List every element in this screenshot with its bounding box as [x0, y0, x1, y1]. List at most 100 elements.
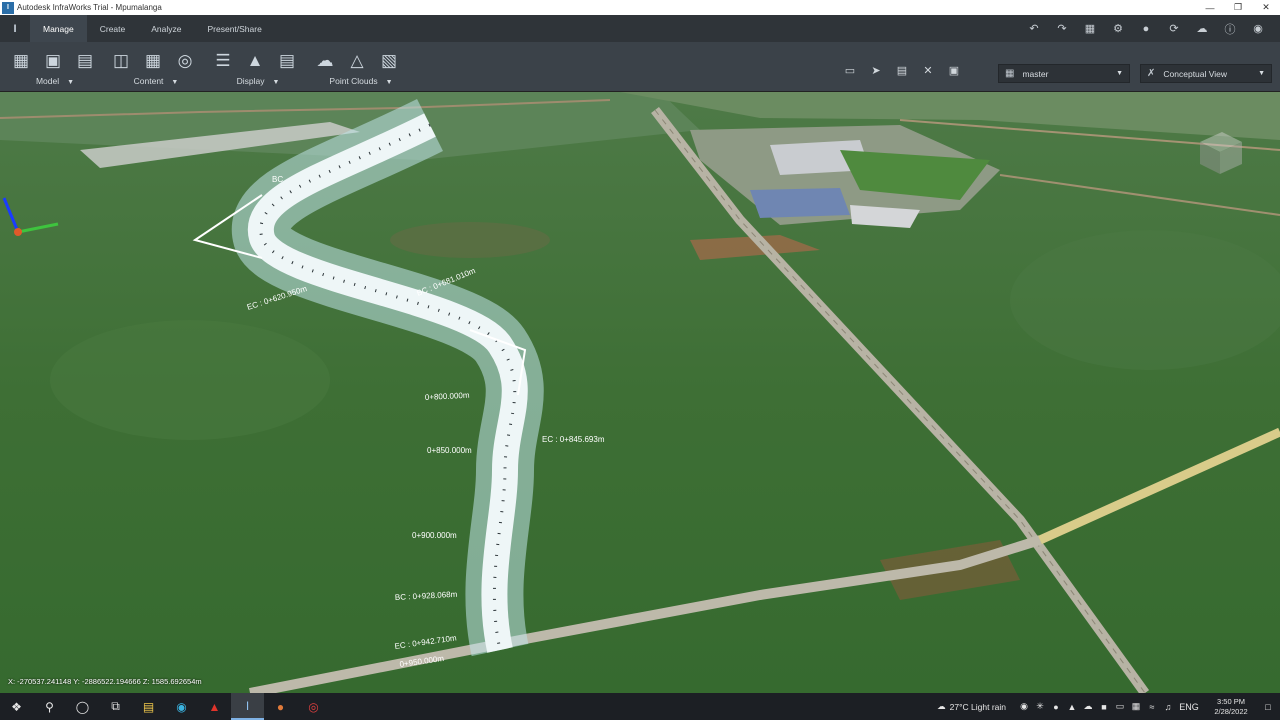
data-sources-icon[interactable]: ◫	[108, 48, 134, 74]
styles-palette-icon[interactable]: ▦	[140, 48, 166, 74]
fit-view-icon[interactable]: ▦	[1076, 22, 1104, 35]
tab-create[interactable]: Create	[87, 15, 139, 42]
help-icon[interactable]: ⓘ	[1216, 21, 1244, 37]
task-view-icon[interactable]: ⧉	[99, 693, 132, 720]
tray-app-icon[interactable]: ■	[1096, 702, 1112, 712]
tray-app-icon[interactable]: ▦	[1128, 701, 1144, 712]
undo-icon[interactable]: ↶	[1020, 22, 1048, 35]
weather-widget[interactable]: ☁ 27°C Light rain	[933, 701, 1006, 712]
bluetooth-icon[interactable]: ✳	[1032, 701, 1048, 712]
infraworks-logo-icon[interactable]: I	[0, 15, 30, 42]
infraworks-taskbar-icon[interactable]: I	[231, 693, 264, 720]
wifi-icon[interactable]: ≈	[1144, 702, 1160, 712]
content-dropdown[interactable]: Content ▼	[108, 76, 204, 86]
chevron-down-icon: ▼	[67, 79, 75, 86]
clock-date: 2/28/2022	[1214, 706, 1248, 716]
point-cloud-icon[interactable]: ☁	[312, 48, 338, 74]
clock[interactable]: 3:50 PM 2/28/2022	[1206, 697, 1256, 717]
windows-start-icon[interactable]: ❖	[0, 693, 33, 720]
notifications-icon[interactable]: □	[1256, 702, 1280, 712]
onedrive-icon[interactable]: ☁	[1080, 701, 1096, 712]
station-label: BC	[272, 175, 283, 184]
chevron-down-icon: ▼	[272, 79, 280, 86]
station-label: EC : 0+845.693m	[542, 435, 605, 444]
point-clouds-group: ☁ △ ▧ Point Clouds ▼	[312, 42, 410, 92]
measure-icon[interactable]: ▤	[892, 64, 912, 77]
monitor-icon[interactable]: ▭	[840, 64, 860, 77]
grass-patch	[1010, 230, 1280, 370]
terrain-icon[interactable]: ▲	[242, 48, 268, 74]
view-style-dropdown[interactable]: ✗ Conceptual View ▼	[1140, 64, 1272, 83]
ribbon-tabs: I Manage Create Analyze Present/Share ↶ …	[0, 15, 1280, 42]
model-group-label: Model	[35, 76, 60, 86]
screen-record-icon[interactable]: ◎	[297, 693, 330, 720]
cursor-coordinates: X: -270537.241148 Y: -2886522.194666 Z: …	[8, 677, 202, 686]
proposal-dropdown[interactable]: ▦ master ▼	[998, 64, 1130, 83]
chevron-down-icon: ▼	[385, 79, 393, 86]
cross-tools-icon[interactable]: ✕	[918, 64, 938, 77]
select-cursor-icon[interactable]: ➤	[866, 64, 886, 77]
quick-access-toolbar: ↶ ↷ ▦ ⚙ ● ⟳ ☁ ⓘ ◉	[1020, 15, 1272, 42]
sync-icon[interactable]: ⟳	[1160, 22, 1188, 35]
tray-app-icon[interactable]: ▲	[1064, 702, 1080, 712]
restore-icon[interactable]: ❐	[1224, 0, 1252, 15]
tab-analyze[interactable]: Analyze	[138, 15, 194, 42]
model-dropdown[interactable]: Model ▼	[8, 76, 102, 86]
view-tools: ▭ ➤ ▤ ✕ ▣	[840, 64, 964, 77]
tab-present-share[interactable]: Present/Share	[194, 15, 274, 42]
point-clouds-group-label: Point Clouds	[329, 76, 378, 86]
clock-time: 3:50 PM	[1217, 696, 1245, 706]
model-group: ▦ ▣ ▤ Model ▼	[8, 42, 102, 92]
bare-ground	[390, 222, 550, 258]
edge-browser-icon[interactable]: ◉	[165, 693, 198, 720]
redo-icon[interactable]: ↷	[1048, 22, 1076, 35]
language-indicator[interactable]: ENG	[1176, 702, 1202, 712]
model-explorer-icon[interactable]: ▣	[40, 48, 66, 74]
model-settings-icon[interactable]: ▦	[8, 48, 34, 74]
chevron-down-icon: ▼	[1258, 70, 1265, 77]
cloud-icon[interactable]: ☁	[1188, 22, 1216, 35]
proposal-icon: ▦	[1005, 68, 1015, 79]
app-icon: I	[2, 1, 14, 14]
theme-list-icon[interactable]: ▤	[274, 48, 300, 74]
system-tray: ☁ 27°C Light rain ◉ ✳ ● ▲ ☁ ■ ▭ ▦ ≈ ♫ EN…	[933, 693, 1280, 720]
point-cloud-terrain-icon[interactable]: △	[344, 48, 370, 74]
point-clouds-dropdown[interactable]: Point Clouds ▼	[312, 76, 410, 86]
style-rules-icon[interactable]: ◎	[172, 48, 198, 74]
content-group-label: Content	[133, 76, 164, 86]
clip-icon[interactable]: ▣	[944, 64, 964, 77]
tray-app-icon[interactable]: ◉	[1016, 701, 1032, 712]
recorder-icon[interactable]: ●	[264, 693, 297, 720]
3d-viewport[interactable]: BC EC : 0+620.950m BC : 0+681.010m 0+800…	[0, 92, 1280, 693]
solar-panels	[750, 188, 850, 218]
content-group: ◫ ▦ ◎ Content ▼	[108, 42, 204, 92]
close-icon[interactable]: ✕	[1252, 0, 1280, 15]
settings-gear-icon[interactable]: ⚙	[1104, 22, 1132, 35]
title-bar: I Autodesk InfraWorks Trial - Mpumalanga…	[0, 0, 1280, 15]
grass-patch	[50, 320, 330, 440]
windows-taskbar: ❖ ⚲ ◯ ⧉ ▤ ◉ ▲ I ● ◎ ☁ 27°C Light rain ◉ …	[0, 693, 1280, 720]
display-dropdown[interactable]: Display ▼	[210, 76, 306, 86]
station-label: 0+900.000m	[412, 531, 457, 540]
volume-icon[interactable]: ♫	[1160, 702, 1176, 712]
minimize-icon[interactable]: —	[1196, 0, 1224, 15]
search-icon[interactable]: ⚲	[33, 693, 66, 720]
weather-text: 27°C Light rain	[949, 701, 1006, 712]
tray-app-icon[interactable]: ●	[1048, 702, 1064, 712]
globe-icon[interactable]: ●	[1132, 23, 1160, 35]
acrobat-icon[interactable]: ▲	[198, 693, 231, 720]
user-avatar-icon[interactable]: ◉	[1244, 22, 1272, 35]
terrain-scene: BC EC : 0+620.950m BC : 0+681.010m 0+800…	[0, 92, 1280, 693]
cortana-icon[interactable]: ◯	[66, 693, 99, 720]
window-controls: — ❐ ✕	[1196, 0, 1280, 15]
point-cloud-clip-icon[interactable]: ▧	[376, 48, 402, 74]
view-style-value: Conceptual View	[1163, 68, 1228, 79]
model-properties-icon[interactable]: ▤	[72, 48, 98, 74]
battery-icon[interactable]: ▭	[1112, 701, 1128, 712]
tab-manage[interactable]: Manage	[30, 15, 87, 42]
layers-icon[interactable]: ☰	[210, 48, 236, 74]
proposal-value: master	[1022, 68, 1049, 79]
display-group-label: Display	[236, 76, 265, 86]
window-title: Autodesk InfraWorks Trial - Mpumalanga	[17, 3, 162, 12]
file-explorer-icon[interactable]: ▤	[132, 693, 165, 720]
